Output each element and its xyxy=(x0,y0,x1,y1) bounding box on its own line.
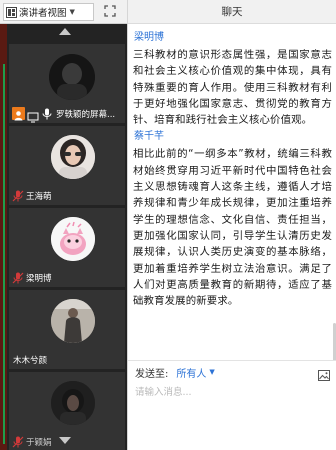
gallery-toolbar: 演讲者视图 ▼ xyxy=(0,0,127,24)
participant-tile[interactable]: 王海萌 xyxy=(9,126,125,205)
message-sender[interactable]: 蔡千芊 xyxy=(134,130,332,144)
participant-panel: 演讲者视图 ▼ 罗轶颖的屏幕... 王海萌 梁明博 木木兮颜 于颖娟 xyxy=(0,0,127,450)
mic-off-icon xyxy=(12,272,24,284)
avatar xyxy=(51,299,95,343)
message-text: 相比此前的“一纲多本”教材，统编三科教材始终贯穿用习近平新时代中国特色社会主义思… xyxy=(133,148,332,308)
message-sender[interactable]: 梁明博 xyxy=(134,31,332,45)
avatar xyxy=(49,54,95,100)
mic-off-icon xyxy=(12,190,24,202)
active-speaker-indicator xyxy=(3,64,5,444)
speaker-view-button[interactable]: 演讲者视图 ▼ xyxy=(3,3,94,21)
share-screen-icon xyxy=(27,108,39,122)
participant-name: 梁明博 xyxy=(26,273,52,284)
chat-composer: 发送至: 所有人 ▼ 请输入消息... xyxy=(128,360,336,450)
participant-tile[interactable]: 罗轶颖的屏幕... xyxy=(9,44,125,123)
chat-title: 聊天 xyxy=(128,0,336,24)
avatar xyxy=(51,381,95,425)
participant-name: 罗轶颖的屏幕... xyxy=(56,109,116,120)
participant-name: 于颖娟 xyxy=(26,437,52,448)
scroll-down-arrow-icon[interactable] xyxy=(59,437,71,444)
avatar xyxy=(51,135,95,179)
participant-tile[interactable]: 木木兮颜 xyxy=(9,290,125,369)
chevron-down-icon: ▼ xyxy=(69,8,75,16)
participant-tile[interactable]: 梁明博 xyxy=(9,208,125,287)
message-input[interactable]: 请输入消息... xyxy=(135,384,336,398)
grid-view-icon xyxy=(6,3,17,22)
scroll-up-arrow-icon[interactable] xyxy=(59,28,71,35)
participant-name: 王海萌 xyxy=(26,191,52,202)
chevron-down-icon[interactable]: ▼ xyxy=(209,368,214,376)
message-text: 三科教材的意识形态属性强，是国家意志和社会主义核心价值观的集中体现，具有特殊重要… xyxy=(133,49,332,127)
chat-message: 蔡千芊 相比此前的“一纲多本”教材，统编三科教材始终贯穿用习近平新时代中国特色社… xyxy=(133,130,332,309)
message-list[interactable]: 梁明博 三科教材的意识形态属性强，是国家意志和社会主义核心价值观的集中体现，具有… xyxy=(128,25,336,360)
view-mode-label: 演讲者视图 xyxy=(19,8,67,19)
mic-on-icon xyxy=(42,108,54,120)
chat-message: 梁明博 三科教材的意识形态属性强，是国家意志和社会主义核心价值观的集中体现，具有… xyxy=(133,31,332,128)
fullscreen-button[interactable] xyxy=(103,5,117,19)
host-badge-icon xyxy=(12,107,25,121)
send-to-dropdown[interactable]: 所有人 xyxy=(176,365,206,380)
avatar xyxy=(51,217,95,261)
chat-panel: 聊天 梁明博 三科教材的意识形态属性强，是国家意志和社会主义核心价值观的集中体现… xyxy=(127,0,336,450)
image-upload-button[interactable] xyxy=(318,366,330,381)
participant-name: 木木兮颜 xyxy=(13,355,48,366)
image-icon xyxy=(318,370,330,381)
fullscreen-icon xyxy=(104,5,116,17)
mic-off-icon xyxy=(12,436,24,448)
send-to-label: 发送至: xyxy=(135,368,169,380)
